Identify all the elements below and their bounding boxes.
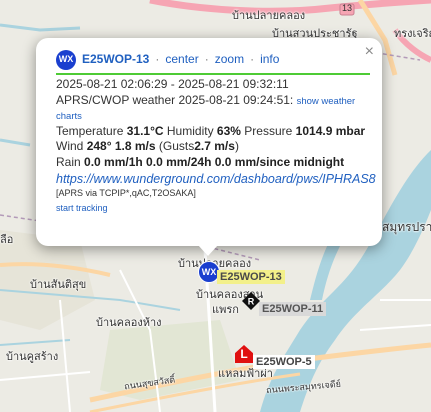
temperature-label: Temperature xyxy=(56,123,124,138)
via-path: [APRS via TCPIP*,qAC,T2OSAKA] xyxy=(56,188,196,199)
wind-value: 248° 1.8 m/s xyxy=(86,139,156,154)
rain-line: Rain 0.0 mm/1h 0.0 mm/24h 0.0 mm/since m… xyxy=(56,155,370,171)
pressure-label: Pressure xyxy=(244,123,293,138)
station-label-e25wop-13[interactable]: E25WOP-13 xyxy=(217,270,285,284)
weather-line-1: Temperature 31.1°C Humidity 63% Pressure… xyxy=(56,124,370,140)
wx-symbol-icon: WX xyxy=(201,267,217,277)
station-label-e25wop-5[interactable]: E25WOP-5 xyxy=(253,355,315,369)
digipeater-diamond-icon: R xyxy=(242,292,260,310)
place-label-lue: ลือ xyxy=(0,234,14,246)
station-label-e25wop-11[interactable]: E25WOP-11 xyxy=(259,302,327,316)
wind-label: Wind xyxy=(56,139,84,154)
lan-symbol-icon: L xyxy=(240,347,248,361)
wu-line: https://www.wunderground.com/dashboard/p… xyxy=(56,171,376,188)
separator: · xyxy=(155,52,160,67)
station-marker-e25wop-11[interactable]: R xyxy=(242,292,260,310)
place-label-banklonghang: บ้านคลองห้าง xyxy=(96,317,162,329)
separator: · xyxy=(204,52,209,67)
time-range: 2025-08-21 02:06:29 - 2025-08-21 09:32:1… xyxy=(56,77,289,91)
rain-label: Rain xyxy=(56,154,81,169)
separator: · xyxy=(250,52,255,67)
place-label-north: ทรงเจริญ xyxy=(394,28,431,40)
wx-symbol-icon: WX xyxy=(56,50,76,70)
station-info-popup: × WX E25WOP-13 · center · zoom · info 20… xyxy=(36,38,382,246)
callsign-link[interactable]: E25WOP-13 xyxy=(82,52,149,68)
place-label-bankhurosuk: บ้านคูสร้าง xyxy=(6,351,59,363)
start-tracking-link[interactable]: start tracking xyxy=(56,203,370,215)
wunderground-link[interactable]: https://www.wunderground.com/dashboard/p… xyxy=(56,172,376,186)
place-label-samutprakan: สมุทรปรากา xyxy=(382,220,431,234)
popup-header: WX E25WOP-13 · center · zoom · info xyxy=(56,50,370,70)
zoom-link[interactable]: zoom xyxy=(215,52,244,68)
humidity-value: 63% xyxy=(216,123,241,138)
gusts-suffix: ) xyxy=(234,139,239,154)
svg-text:R: R xyxy=(248,297,255,307)
humidity-label: Humidity xyxy=(166,123,214,138)
gusts-prefix: (Gusts xyxy=(158,139,195,154)
gusts-value: 2.7 m/s xyxy=(194,139,235,154)
wind-line: Wind 248° 1.8 m/s (Gusts2.7 m/s) xyxy=(56,139,370,155)
route-13-label: 13 xyxy=(342,3,353,13)
popup-tip xyxy=(198,245,218,256)
packet-prefix: APRS/CWOP weather 2025-08-21 09:24:51: xyxy=(56,92,294,107)
packet-line: APRS/CWOP weather 2025-08-21 09:24:51: s… xyxy=(56,93,370,124)
center-link[interactable]: center xyxy=(165,52,198,68)
info-link[interactable]: info xyxy=(260,52,279,68)
accent-bar xyxy=(56,73,370,75)
pressure-value: 1014.9 mbar xyxy=(295,123,366,138)
temperature-value: 31.1°C xyxy=(126,123,164,138)
place-label-bansanchan: บ้านสันติสุข xyxy=(30,279,87,291)
place-label-praek: แพรก xyxy=(212,304,239,316)
rain-value: 0.0 mm/1h 0.0 mm/24h 0.0 mm/since midnig… xyxy=(84,154,345,169)
close-icon[interactable]: × xyxy=(365,42,374,63)
place-label-banplaiklong: บ้านปลายคลอง xyxy=(232,10,306,22)
